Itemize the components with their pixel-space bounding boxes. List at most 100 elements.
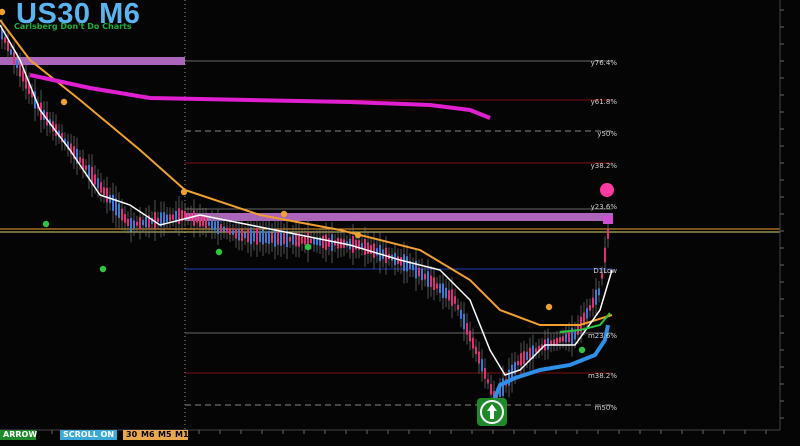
level-label-y76: y76.4%	[590, 59, 617, 67]
subtitle-text: Carlsberg Don't Do Charts	[14, 22, 132, 31]
candle-body	[169, 214, 171, 221]
signal-dot	[304, 243, 312, 251]
candle-body	[106, 187, 108, 203]
candle-body	[220, 224, 222, 232]
candle-body	[595, 289, 597, 305]
candle-body	[589, 305, 591, 311]
candle-body	[157, 217, 159, 223]
candle-body	[565, 333, 567, 343]
candle-body	[178, 208, 180, 224]
candle-body	[475, 346, 477, 355]
candle-body	[238, 228, 240, 241]
level-label-m23: m23.6%	[587, 332, 617, 340]
candle-body	[16, 60, 18, 68]
candle-body	[418, 267, 420, 277]
level-label-d1low: D1Low	[593, 267, 617, 275]
signal-dot	[180, 188, 188, 196]
candle-body	[268, 230, 270, 244]
candle-body	[433, 277, 435, 290]
arrow-button[interactable]: ARROW	[0, 430, 37, 440]
candle-body	[445, 287, 447, 299]
candle-body	[487, 379, 489, 384]
candle-body	[196, 216, 198, 223]
candle-body	[400, 257, 402, 266]
candle-body	[367, 242, 369, 254]
candle-body	[406, 256, 408, 272]
scroll-button[interactable]: SCROLL ON	[60, 430, 118, 440]
candle-body	[217, 219, 219, 235]
candle-body	[412, 264, 414, 271]
candle-body	[427, 271, 429, 287]
candle-body	[559, 337, 561, 343]
candle-body	[145, 216, 147, 228]
alert-dot	[600, 183, 614, 197]
candle-body	[331, 234, 333, 251]
candle-body	[193, 210, 195, 226]
buy-arrow-icon	[477, 398, 507, 426]
candle-body	[355, 239, 357, 250]
candle-body	[439, 283, 441, 293]
candle-body	[379, 244, 381, 262]
candle-body	[442, 283, 444, 298]
candle-body	[214, 221, 216, 231]
candle-body	[274, 229, 276, 247]
candle-body	[460, 309, 462, 319]
candle-body	[136, 221, 138, 226]
level-label-y50: y50%	[597, 130, 617, 138]
candle-body	[574, 330, 576, 340]
tf-m1-button[interactable]: M1	[172, 430, 189, 440]
candle-body	[451, 289, 453, 306]
candle-body	[97, 178, 99, 189]
candle-body	[283, 233, 285, 245]
price-chart[interactable]	[0, 0, 800, 446]
candle-body	[121, 208, 123, 221]
candle-body	[277, 231, 279, 245]
candle-body	[262, 229, 264, 245]
candle-body	[112, 194, 114, 211]
candle-body	[352, 236, 354, 253]
candle-body	[235, 228, 237, 239]
candle-body	[202, 216, 204, 227]
candle-body	[139, 217, 141, 230]
signal-dot	[60, 98, 68, 106]
candle-body	[265, 231, 267, 243]
candle-body	[79, 157, 81, 163]
candle-body	[142, 220, 144, 226]
candle-body	[424, 273, 426, 280]
chart-area[interactable]: US30 M6 Carlsberg Don't Do Charts y76.4%…	[0, 0, 800, 446]
candle-body	[124, 214, 126, 223]
candle-body	[166, 214, 168, 222]
candle-body	[454, 296, 456, 304]
candle-body	[271, 232, 273, 243]
candle-body	[232, 230, 234, 235]
candle-body	[562, 336, 564, 342]
candle-body	[256, 228, 258, 245]
level-label-y38: y38.2%	[590, 162, 617, 170]
candle-body	[289, 236, 291, 242]
candle-body	[421, 268, 423, 281]
candle-body	[490, 384, 492, 395]
candle-body	[127, 218, 129, 226]
candle-body	[172, 214, 174, 220]
signal-dot	[354, 231, 362, 239]
candle-body	[547, 338, 549, 350]
candle-body	[304, 236, 306, 245]
candle-body	[448, 290, 450, 301]
candle-body	[523, 351, 525, 365]
signal-dot	[99, 265, 107, 273]
candle-body	[241, 229, 243, 241]
candle-body	[364, 239, 366, 255]
candle-body	[313, 237, 315, 245]
candle-body	[19, 63, 21, 77]
signal-dot	[0, 8, 6, 16]
candle-body	[373, 243, 375, 258]
ema-magenta-line	[29, 73, 491, 120]
candle-body	[310, 238, 312, 244]
candle-body	[607, 229, 609, 239]
signal-dot	[280, 210, 288, 218]
candle-body	[322, 235, 324, 249]
candle-body	[604, 247, 606, 263]
candle-body	[4, 37, 6, 43]
candle-body	[100, 182, 102, 193]
price-flag	[603, 216, 613, 224]
